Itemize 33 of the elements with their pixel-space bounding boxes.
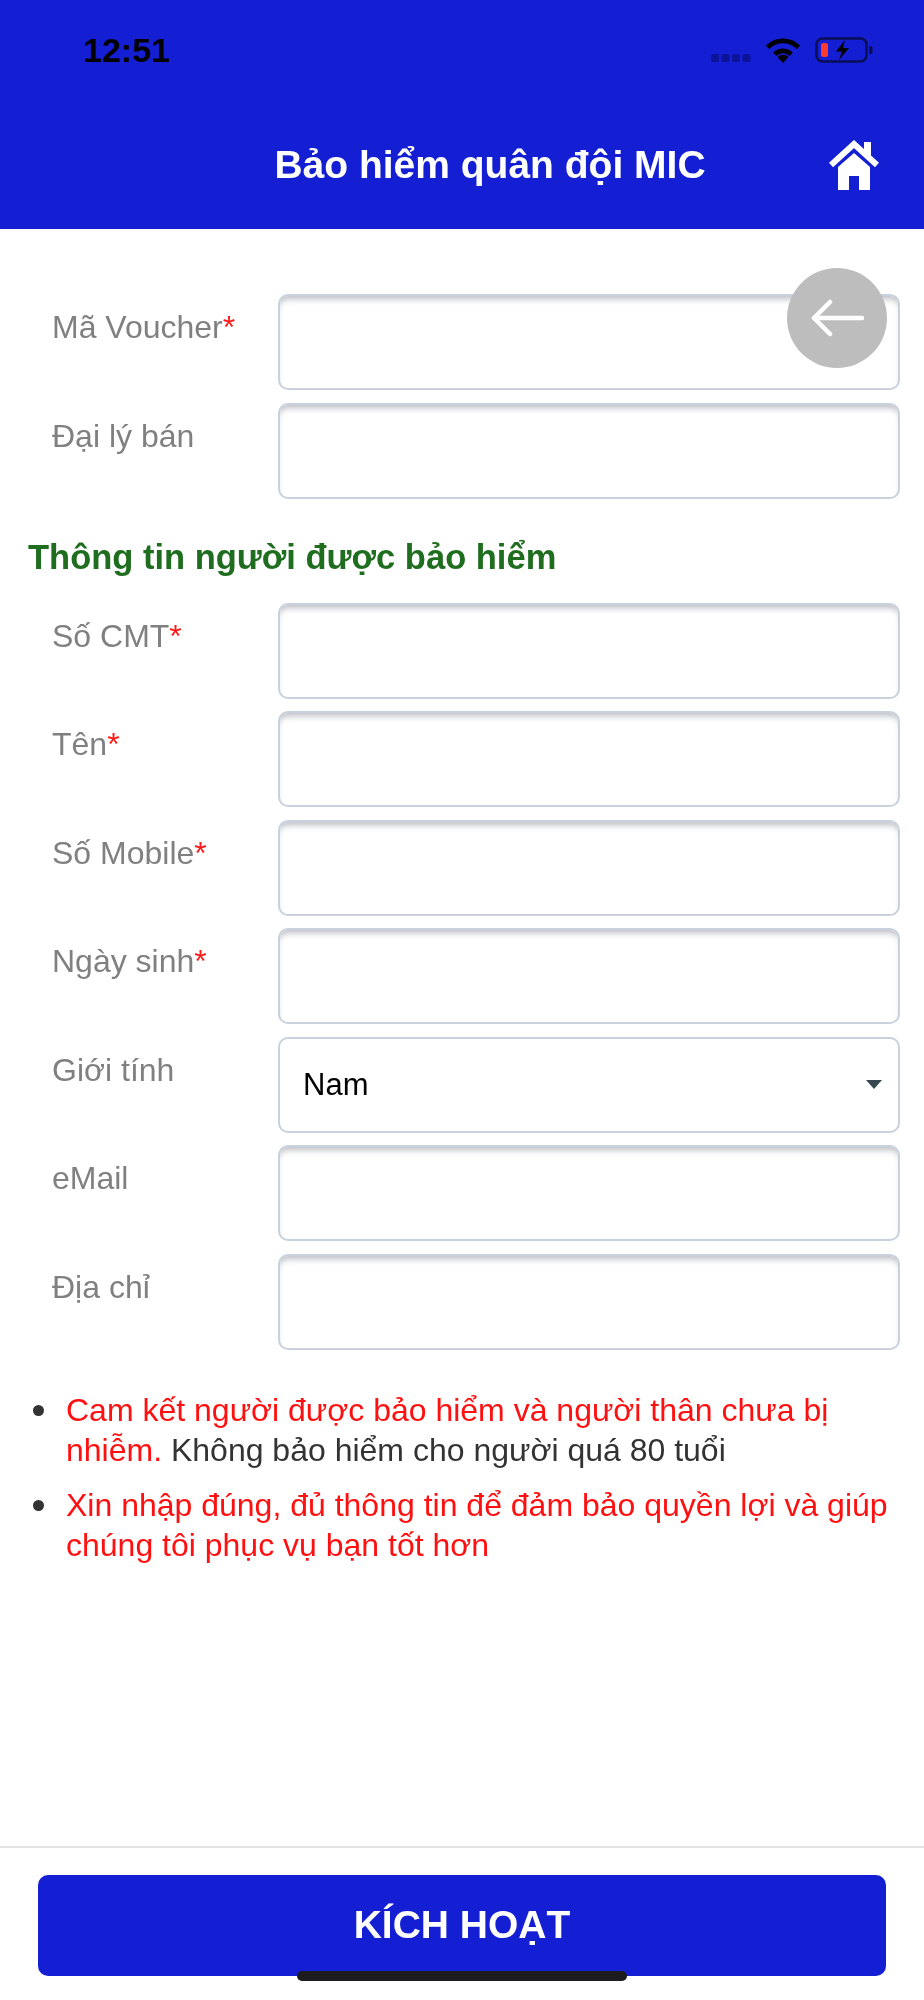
field-label: Số CMT* (52, 617, 182, 654)
field-label: Tên* (52, 726, 120, 762)
text-field[interactable] (278, 294, 900, 390)
wifi-icon (765, 37, 801, 63)
home-icon (829, 139, 879, 190)
text-field[interactable] (278, 402, 900, 499)
text-field[interactable] (278, 711, 900, 807)
battery-icon (815, 37, 873, 63)
section-heading: Thông tin người được bảo hiểm (27, 536, 558, 577)
note-text: Xin nhập đúng, đủ thông tin để đảm bảo quyền lợi và giúp chúng tôi phục vụ bạn tốt hơn (66, 1485, 889, 1565)
text-field[interactable] (278, 1253, 900, 1350)
text-field[interactable] (278, 819, 900, 916)
text-field[interactable] (278, 928, 900, 1024)
arrow-left-icon (810, 299, 864, 337)
field-label: eMail (52, 1160, 129, 1196)
text-field[interactable] (278, 602, 900, 699)
field-label: Số Mobile* (52, 834, 207, 871)
note-text: Cam kết người được bảo hiểm và người thân chưa bị nhiễm. Không bảo hiểm cho người quá 80 tuổi (66, 1390, 830, 1470)
field-label: Địa chỉ (52, 1268, 150, 1305)
activate-button[interactable]: KÍCH HOẠT (38, 1875, 886, 1976)
field-label: Giới tính (52, 1051, 175, 1088)
field-label: Mã Voucher* (52, 309, 236, 345)
bullet-icon (33, 1499, 44, 1511)
caret-down-icon (866, 1080, 882, 1089)
select-field[interactable]: Nam (278, 1036, 900, 1133)
signal-icon (711, 53, 751, 63)
text-field[interactable] (278, 1145, 900, 1241)
field-label: Đại lý bán (52, 417, 195, 454)
bullet-icon (33, 1404, 44, 1416)
header-title: Bảo hiểm quân đội MIC (274, 141, 706, 188)
field-label: Ngày sinh* (52, 943, 207, 979)
home-button[interactable] (829, 139, 879, 190)
status-time: 12:51 (83, 30, 170, 70)
